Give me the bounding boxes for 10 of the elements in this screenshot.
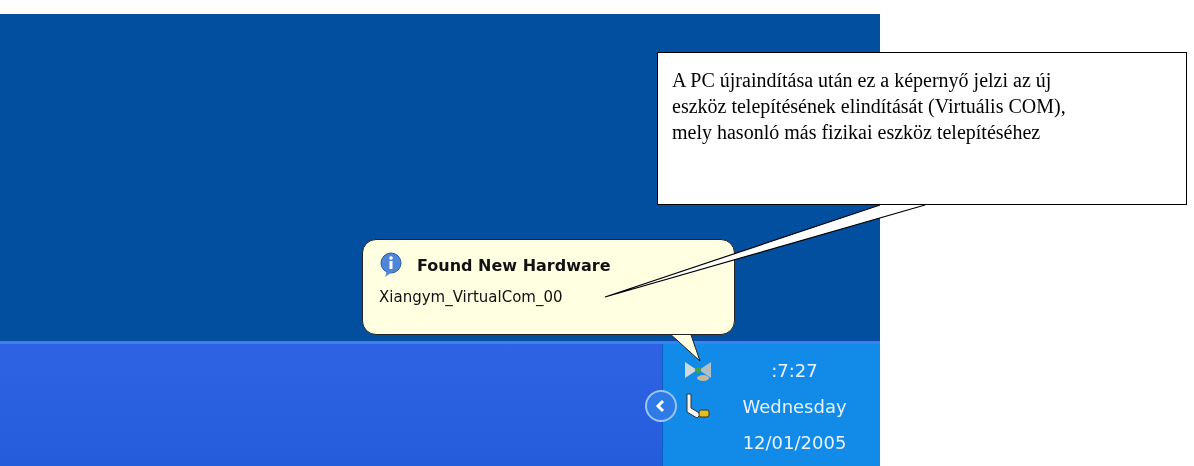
- balloon-title: Found New Hardware: [417, 255, 611, 275]
- annotation-text: A PC újraindítása után ez a képernyő jelzi az új eszköz telepítésének elindítását (Virtuális COM), mely hasonló más fizikai eszköz telepítéséhez: [672, 68, 1067, 145]
- balloon-message: Xiangym_VirtualCom_00: [379, 288, 564, 306]
- show-hidden-icons-button[interactable]: [645, 390, 677, 422]
- clock-day: Wednesday: [742, 395, 847, 417]
- clock-time: :7:27: [771, 359, 818, 381]
- hardware-icon[interactable]: [683, 392, 713, 420]
- clock-date: 12/01/2005: [742, 431, 847, 453]
- notification-balloon[interactable]: Found New Hardware Xiangym_VirtualCom_00: [362, 239, 735, 335]
- info-icon: [379, 252, 403, 278]
